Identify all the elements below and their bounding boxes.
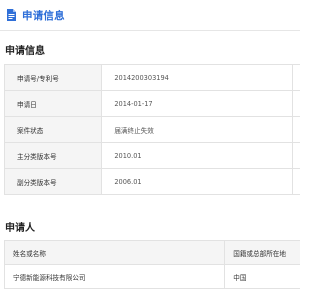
column-header-name: 姓名或名称: [3, 240, 226, 265]
info-row: 案件状态 届满终止失效: [3, 116, 300, 143]
info-value: 届满终止失效: [101, 116, 293, 143]
info-row: 主分类版本号 2010.01: [3, 142, 300, 169]
document-icon: [7, 9, 16, 21]
info-value: 2014-01-17: [101, 90, 293, 117]
section-title-applicants: 申请人: [5, 223, 35, 234]
section-title-application-info: 申请信息: [5, 46, 45, 57]
info-label: 申请日: [3, 90, 103, 117]
info-row: 申请日 2014-01-17: [3, 90, 300, 117]
info-label: 案件状态: [3, 116, 103, 143]
page-title: 申请信息: [22, 9, 65, 22]
applicant-country: 中国: [224, 264, 300, 289]
application-info-table: 申请号/专利号 2014200303194 申请日 2014-01-17 案件状…: [3, 64, 300, 195]
page: 申请信息 申请信息 申请号/专利号 2014200303194 申请日 2014…: [0, 0, 300, 300]
table-header-row: 姓名或名称 国籍或总部所在地: [3, 240, 300, 265]
info-value: 2006.01: [101, 168, 293, 195]
info-label: 副分类版本号: [3, 168, 103, 195]
applicants-table: 姓名或名称 国籍或总部所在地 宁德新能源科技有限公司 中国: [3, 240, 300, 289]
info-value: 2014200303194: [101, 64, 293, 91]
info-label: 主分类版本号: [3, 142, 103, 169]
applicant-name: 宁德新能源科技有限公司: [3, 264, 226, 289]
top-bar: 申请信息: [0, 0, 300, 31]
table-row: 宁德新能源科技有限公司 中国: [3, 264, 300, 289]
column-header-country: 国籍或总部所在地: [224, 240, 300, 265]
info-row: 副分类版本号 2006.01: [3, 168, 300, 195]
info-row: 申请号/专利号 2014200303194: [3, 64, 300, 91]
info-value: 2010.01: [101, 142, 293, 169]
info-label: 申请号/专利号: [3, 64, 103, 91]
